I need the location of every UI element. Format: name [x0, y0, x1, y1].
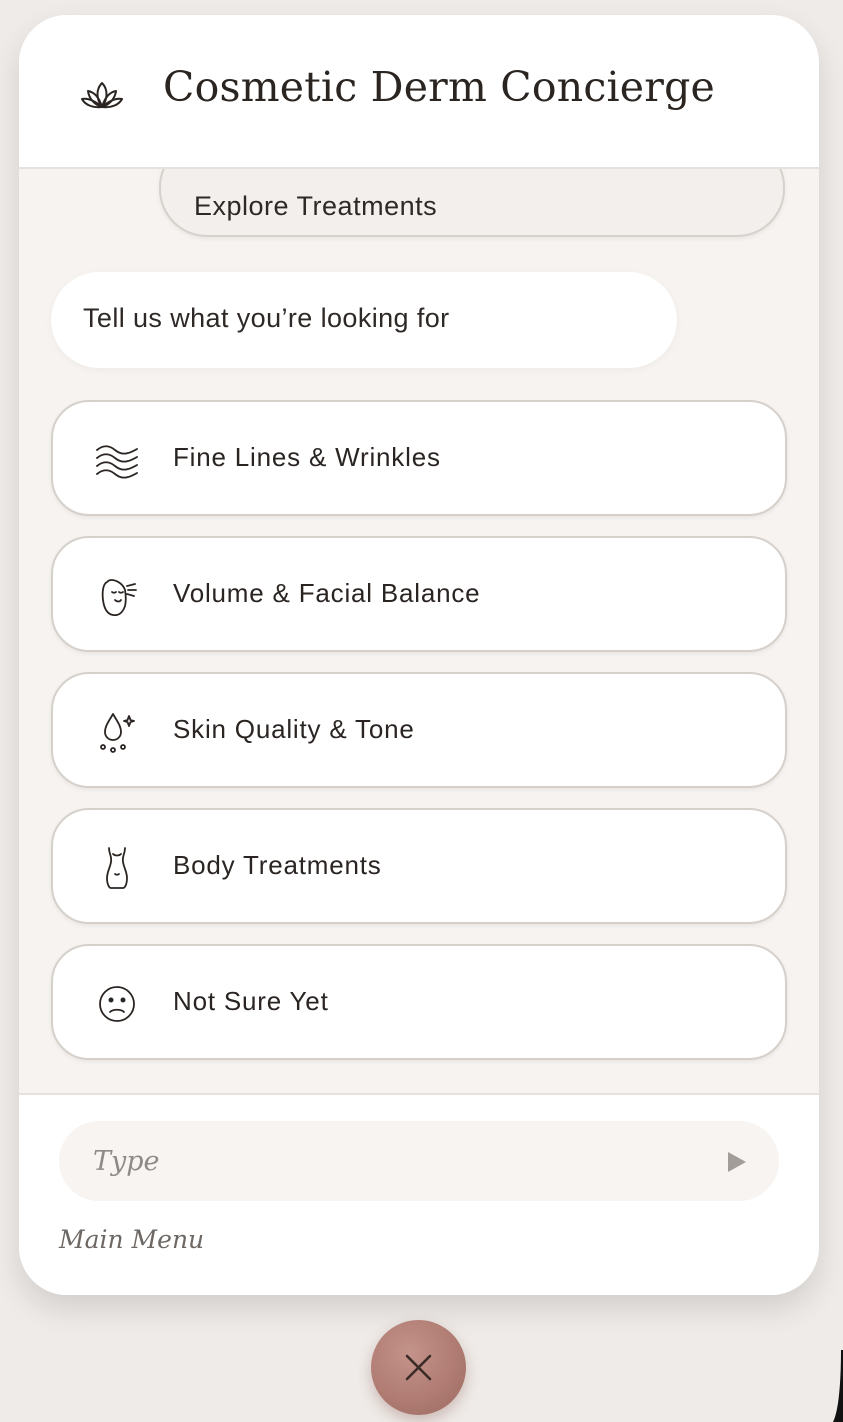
chat-header: Cosmetic Derm Concierge — [19, 15, 819, 169]
unsure-face-icon — [99, 986, 135, 1022]
waves-icon — [96, 445, 138, 479]
option-label: Volume & Facial Balance — [173, 578, 481, 608]
user-message-text: Explore Treatments — [194, 191, 438, 221]
option-label: Skin Quality & Tone — [173, 714, 415, 744]
close-icon — [405, 1354, 432, 1381]
main-menu-link[interactable]: Main Menu — [59, 1225, 204, 1254]
bot-message-bubble: Tell us what you’re looking for — [51, 272, 677, 368]
body-silhouette-icon — [106, 847, 128, 889]
page: Cosmetic Derm Concierge Explore Treatmen… — [0, 0, 843, 1422]
chat-window: Cosmetic Derm Concierge Explore Treatmen… — [19, 15, 819, 1295]
message-input-wrapper — [59, 1121, 779, 1201]
corner-decoration — [833, 1350, 843, 1422]
droplet-sparkle-icon — [100, 713, 135, 753]
face-profile-icon — [101, 579, 137, 617]
user-message-bubble: Explore Treatments — [159, 169, 785, 237]
option-fine-lines-wrinkles[interactable]: Fine Lines & Wrinkles — [51, 400, 787, 516]
chat-title: Cosmetic Derm Concierge — [163, 63, 715, 111]
option-not-sure-yet[interactable]: Not Sure Yet — [51, 944, 787, 1060]
option-label: Not Sure Yet — [173, 986, 329, 1016]
close-chat-button[interactable] — [371, 1320, 466, 1415]
composer: Main Menu — [19, 1093, 819, 1295]
option-label: Body Treatments — [173, 850, 382, 880]
option-label: Fine Lines & Wrinkles — [173, 442, 441, 472]
message-input[interactable] — [91, 1137, 695, 1185]
option-skin-quality-tone[interactable]: Skin Quality & Tone — [51, 672, 787, 788]
message-list[interactable]: Explore Treatments Tell us what you’re l… — [19, 169, 819, 1093]
bot-message-text: Tell us what you’re looking for — [83, 303, 450, 333]
send-arrow-icon[interactable] — [719, 1145, 753, 1179]
option-volume-facial-balance[interactable]: Volume & Facial Balance — [51, 536, 787, 652]
option-body-treatments[interactable]: Body Treatments — [51, 808, 787, 924]
lotus-icon — [81, 82, 123, 109]
